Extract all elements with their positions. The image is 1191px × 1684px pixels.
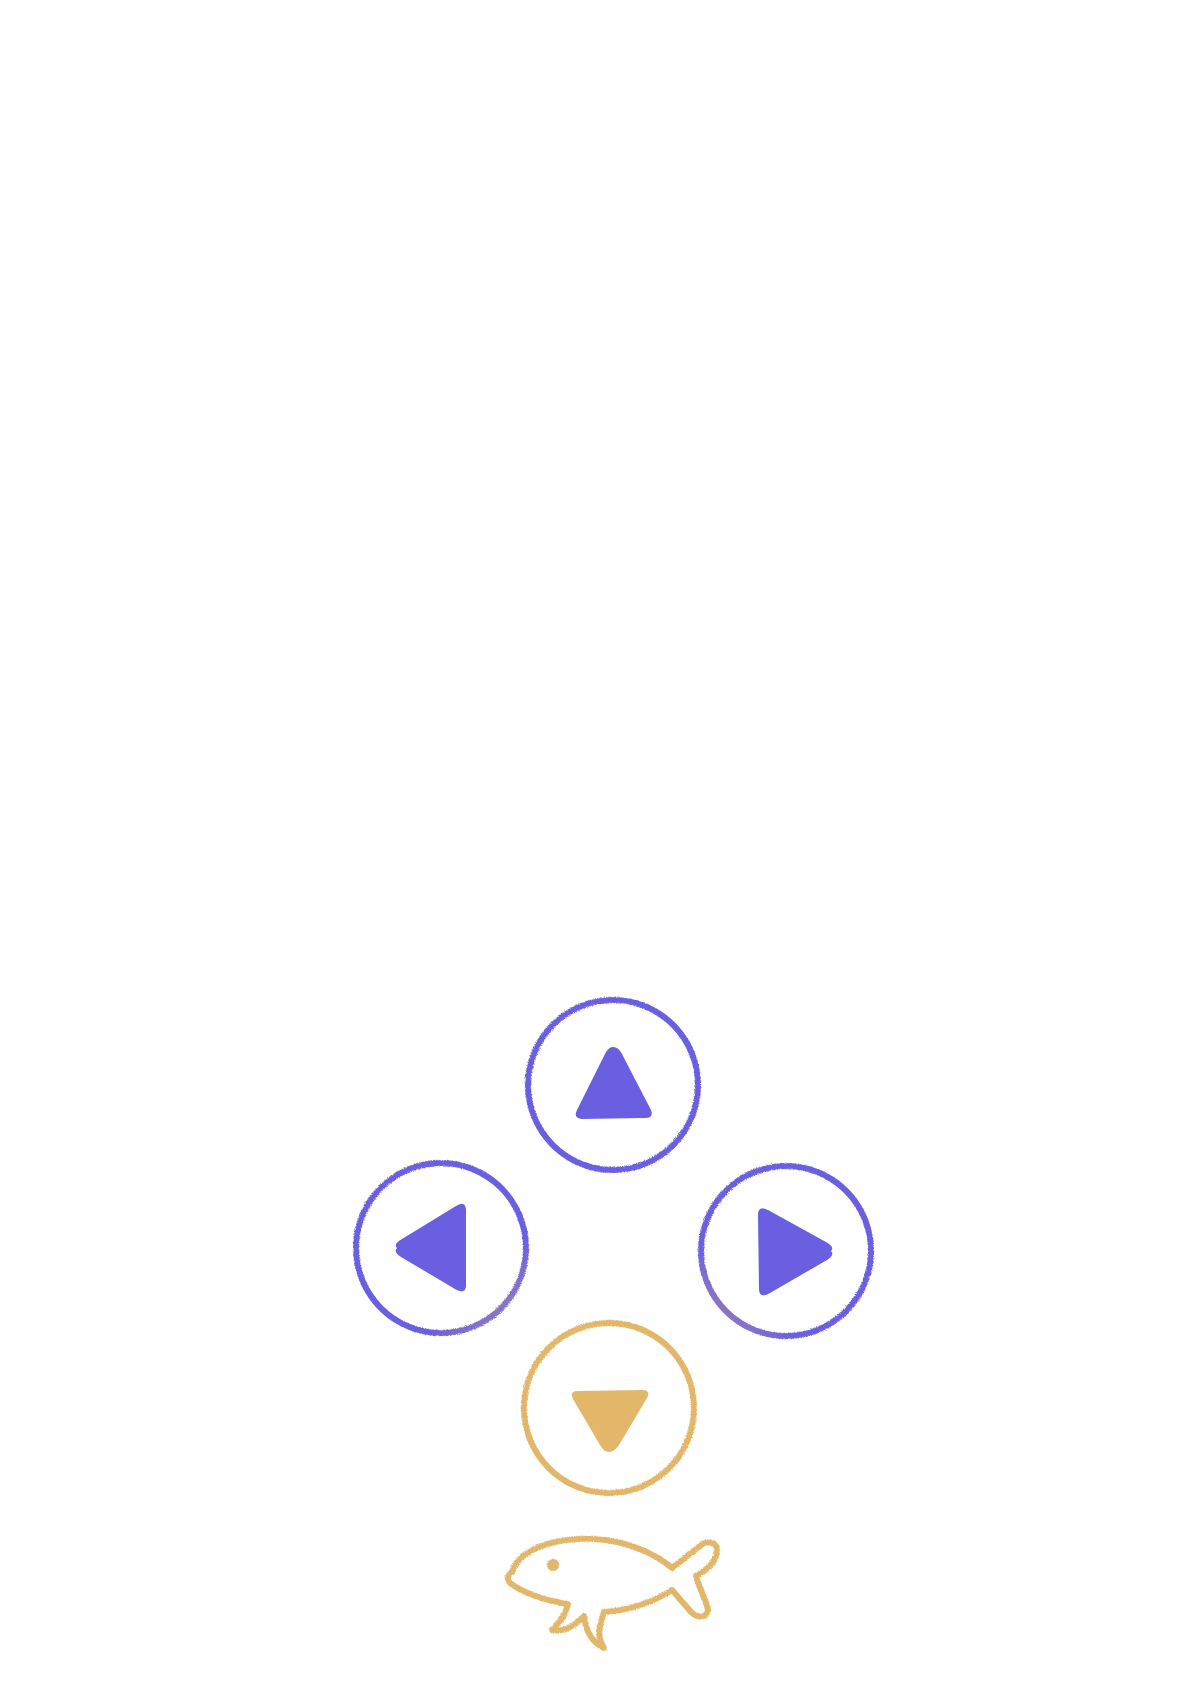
- game-canvas: [353, 997, 874, 1651]
- fish-eye: [547, 1559, 559, 1571]
- left-button[interactable]: [353, 1160, 529, 1336]
- up-button[interactable]: [525, 997, 701, 1173]
- arrow-up-icon: [575, 1047, 652, 1119]
- fish-character: [504, 1535, 720, 1651]
- arrow-right-icon: [758, 1208, 833, 1296]
- down-button[interactable]: [521, 1320, 697, 1496]
- arrow-down-icon: [571, 1390, 649, 1452]
- right-button[interactable]: [698, 1163, 874, 1339]
- arrow-left-icon: [395, 1203, 466, 1292]
- fish-icon: [504, 1535, 720, 1651]
